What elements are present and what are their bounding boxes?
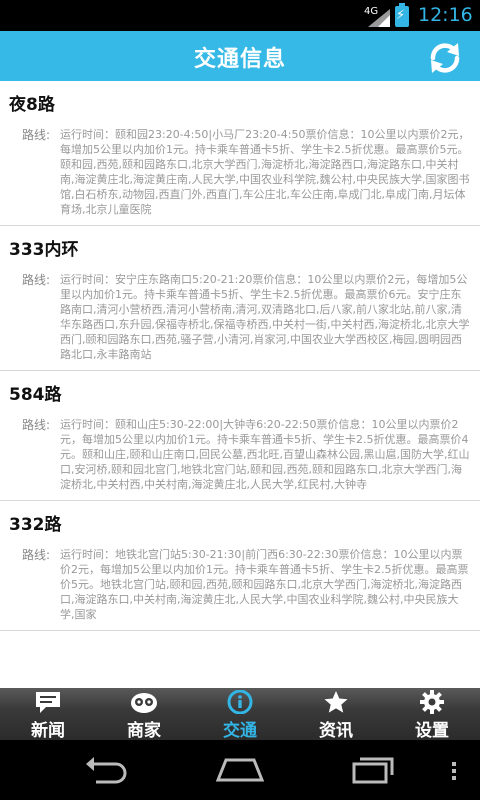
tab-label: 商家 (127, 721, 161, 741)
gear-icon (420, 690, 444, 714)
route-item[interactable]: 夜8路 路线: 运行时间：颐和园23:20-4:50|小马厂23:20-4:50… (0, 81, 480, 226)
route-name: 332路 (9, 515, 62, 535)
overflow-menu-button[interactable] (446, 754, 462, 786)
tab-label: 资讯 (319, 721, 353, 741)
tab-label: 设置 (415, 721, 449, 741)
tab-info[interactable]: 资讯 (288, 688, 384, 741)
status-time: 12:16 (418, 4, 473, 26)
route-list[interactable]: 夜8路 路线: 运行时间：颐和园23:20-4:50|小马厂23:20-4:50… (0, 81, 480, 688)
status-bar: 4G ⚡ 12:16 (0, 0, 480, 31)
recent-apps-button[interactable] (350, 754, 398, 786)
battery-icon: ⚡ (395, 3, 409, 27)
tab-label: 新闻 (31, 721, 65, 741)
signal-icon: 4G (364, 6, 390, 27)
route-item[interactable]: 333内环 路线: 运行时间：安宁庄东路南口5:20-21:20票价信息：10公… (0, 226, 480, 371)
back-button[interactable] (82, 754, 130, 786)
route-label: 路线: (22, 548, 51, 562)
route-details: 运行时间：安宁庄东路南口5:20-21:20票价信息：10公里以内票价2元，每增… (60, 273, 470, 361)
chat-bubble-icon (36, 692, 60, 713)
home-button[interactable] (214, 754, 265, 786)
system-nav-bar (0, 740, 480, 800)
page-title: 交通信息 (193, 47, 286, 72)
title-bar: 交通信息 (0, 31, 480, 81)
back-icon (86, 757, 127, 784)
bottom-tab-bar: 新闻 商家 交通 资讯 设置 (0, 688, 480, 741)
recent-apps-icon (352, 757, 394, 784)
route-details: 运行时间：颐和园23:20-4:50|小马厂23:20-4:50票价信息：10公… (60, 128, 470, 216)
overflow-menu-icon (452, 762, 456, 780)
route-label: 路线: (22, 128, 51, 142)
route-details: 运行时间：地铁北宫门站5:30-21:30|前门西6:30-22:30票价信息：… (60, 548, 469, 621)
route-name: 584路 (9, 385, 62, 405)
route-name: 夜8路 (9, 95, 55, 115)
route-label: 路线: (22, 418, 51, 432)
info-icon (227, 690, 253, 714)
tab-traffic[interactable]: 交通 (192, 688, 288, 741)
route-name: 333内环 (9, 240, 79, 260)
owl-face-icon (131, 693, 157, 713)
route-details: 运行时间：颐和山庄5:30-22:00|大钟寺6:20-22:50票价信息：10… (60, 418, 470, 491)
refresh-button[interactable] (425, 38, 465, 78)
home-icon (215, 758, 265, 782)
tab-settings[interactable]: 设置 (384, 688, 480, 741)
refresh-icon (430, 43, 460, 73)
route-item[interactable]: 584路 路线: 运行时间：颐和山庄5:30-22:00|大钟寺6:20-22:… (0, 371, 480, 501)
route-item[interactable]: 332路 路线: 运行时间：地铁北宫门站5:30-21:30|前门西6:30-2… (0, 501, 480, 631)
star-icon (324, 691, 348, 713)
route-label: 路线: (22, 273, 51, 287)
tab-merchants[interactable]: 商家 (96, 688, 192, 741)
tab-news[interactable]: 新闻 (0, 688, 96, 741)
tab-label: 交通 (223, 721, 257, 741)
